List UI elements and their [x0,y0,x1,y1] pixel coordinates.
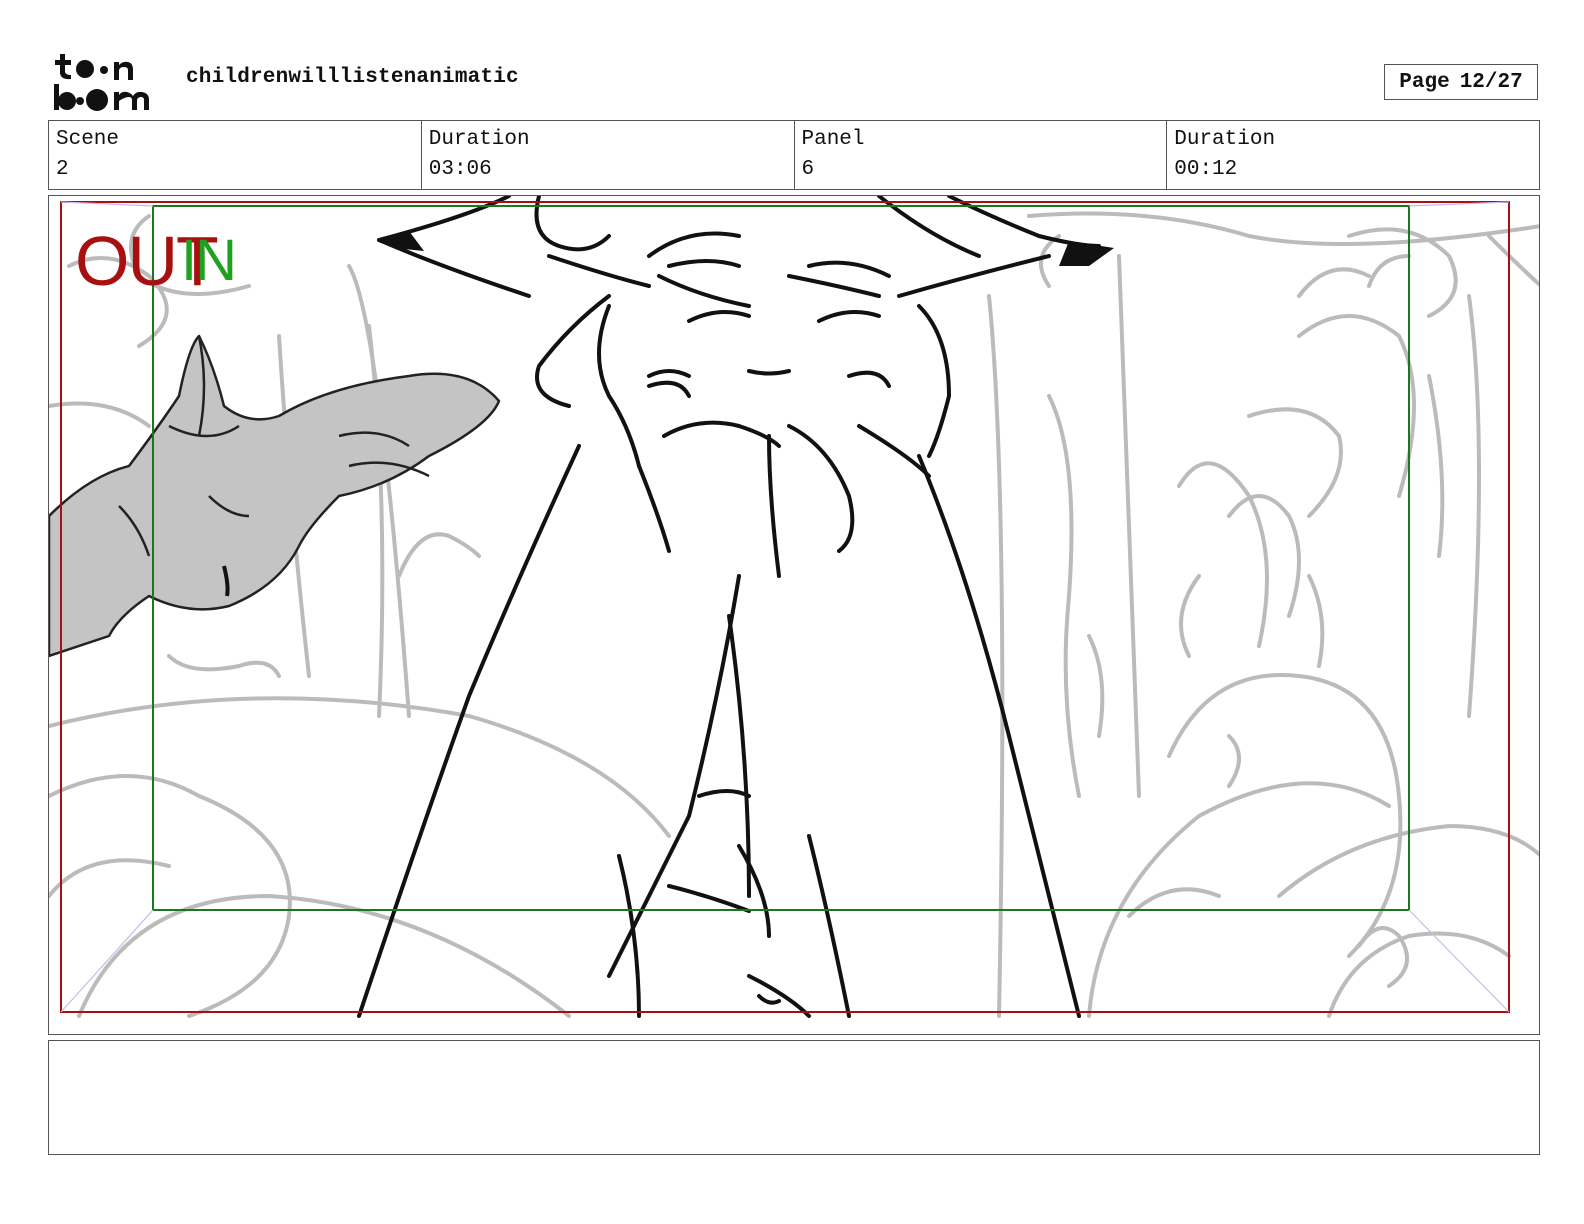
bird-sketch [49,334,501,658]
scene-value: 2 [56,158,69,181]
scene-cell: Scene 2 [49,121,422,189]
scene-duration-value: 03:06 [428,158,492,181]
scene-duration-cell: Duration 03:06 [422,121,795,189]
project-title: childrenwilllistenanimatic [186,66,519,89]
toon-boom-logo [54,54,149,111]
background-sketch [49,211,1539,1018]
in-frame-label: IN [181,228,237,293]
panel-duration-value: 00:12 [1174,158,1238,181]
scene-label: Scene [56,128,120,151]
scene-duration-label: Duration [428,128,530,151]
page-number: 12/27 [1459,70,1523,94]
character-lineart [357,196,1101,1018]
page-indicator: Page 12/27 [1384,64,1538,100]
panel-notes [48,1040,1540,1155]
scene-info-table: Scene 2 Duration 03:06 Panel 6 Duration … [48,120,1540,190]
panel-cell: Panel 6 [795,121,1168,189]
panel-duration-cell: Duration 00:12 [1167,121,1539,189]
page-label: Page [1399,70,1450,94]
panel-label: Panel [801,128,865,151]
storyboard-panel: OUT IN [48,195,1540,1035]
ear-tips [379,231,1114,266]
panel-value: 6 [801,158,815,181]
panel-drawing [49,196,1539,1018]
panel-duration-label: Duration [1174,128,1276,151]
